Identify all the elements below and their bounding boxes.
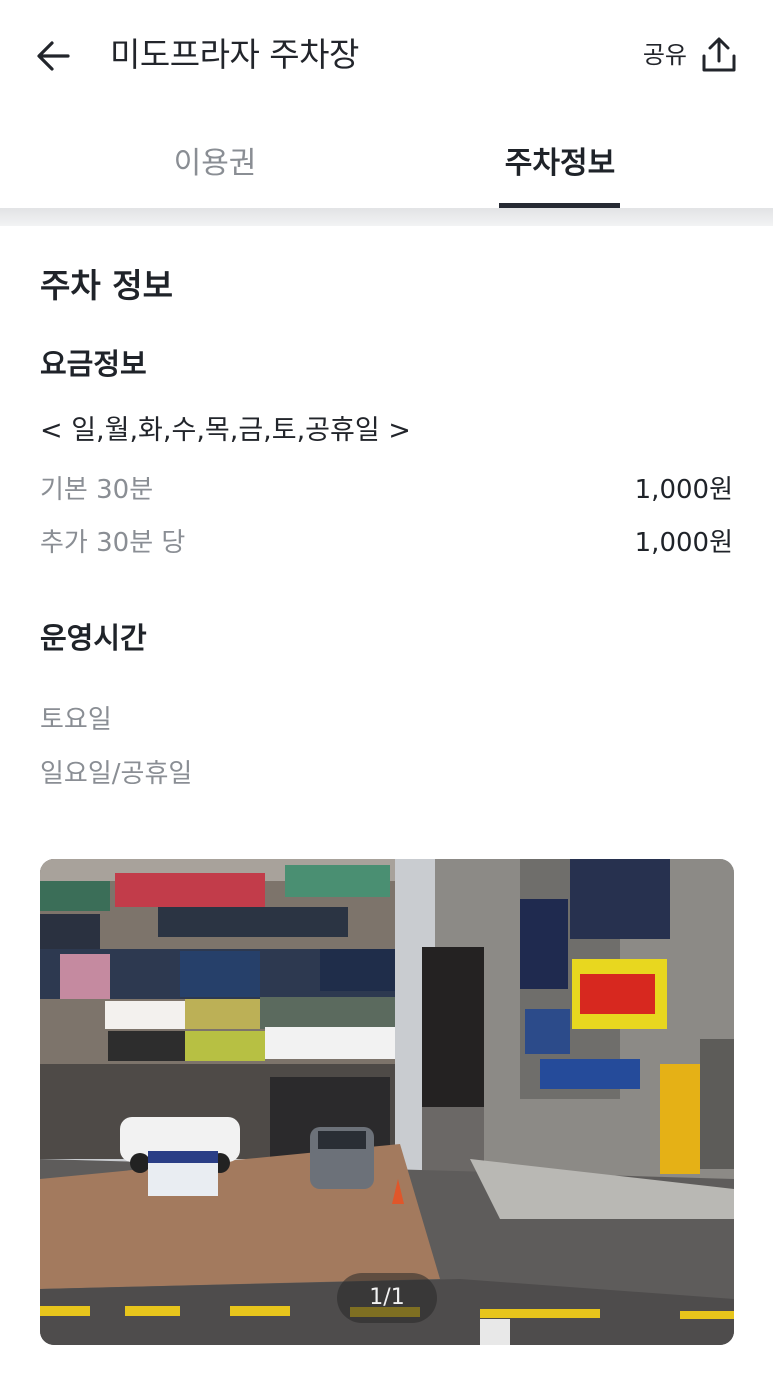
- share-button[interactable]: 공유: [643, 34, 739, 76]
- fee-row: 기본 30분 1,000원: [40, 470, 733, 510]
- fee-info-title: 요금정보: [40, 347, 147, 381]
- hours-row-label: 토요일: [40, 705, 112, 735]
- section-divider: [0, 208, 773, 226]
- tab-parking-info[interactable]: 주차정보: [445, 128, 675, 210]
- hours-title: 운영시간: [40, 621, 147, 655]
- fee-days: < 일,월,화,수,목,금,토,공휴일 >: [40, 415, 411, 446]
- section-title: 주차 정보: [40, 266, 173, 305]
- app-header: 미도프라자 주차장 공유: [0, 0, 773, 110]
- fee-row-value: 1,000원: [634, 528, 733, 558]
- fee-row-value: 1,000원: [634, 475, 733, 505]
- fee-row: 추가 30분 당 1,000원: [40, 523, 733, 563]
- fee-row-label: 추가 30분 당: [40, 528, 186, 558]
- arrow-left-icon: [37, 41, 70, 71]
- parking-lot-photo[interactable]: 1/1: [40, 859, 734, 1345]
- share-upload-icon: [702, 37, 736, 72]
- tab-voucher[interactable]: 이용권: [100, 128, 330, 210]
- hours-row-label: 일요일/공휴일: [40, 759, 193, 789]
- photo-counter: 1/1: [337, 1273, 437, 1323]
- share-label: 공유: [642, 41, 687, 69]
- page-title: 미도프라자 주차장: [110, 35, 359, 74]
- fee-row-label: 기본 30분: [40, 475, 154, 505]
- tab-bar: 이용권 주차정보: [0, 128, 773, 210]
- back-button[interactable]: [30, 34, 78, 78]
